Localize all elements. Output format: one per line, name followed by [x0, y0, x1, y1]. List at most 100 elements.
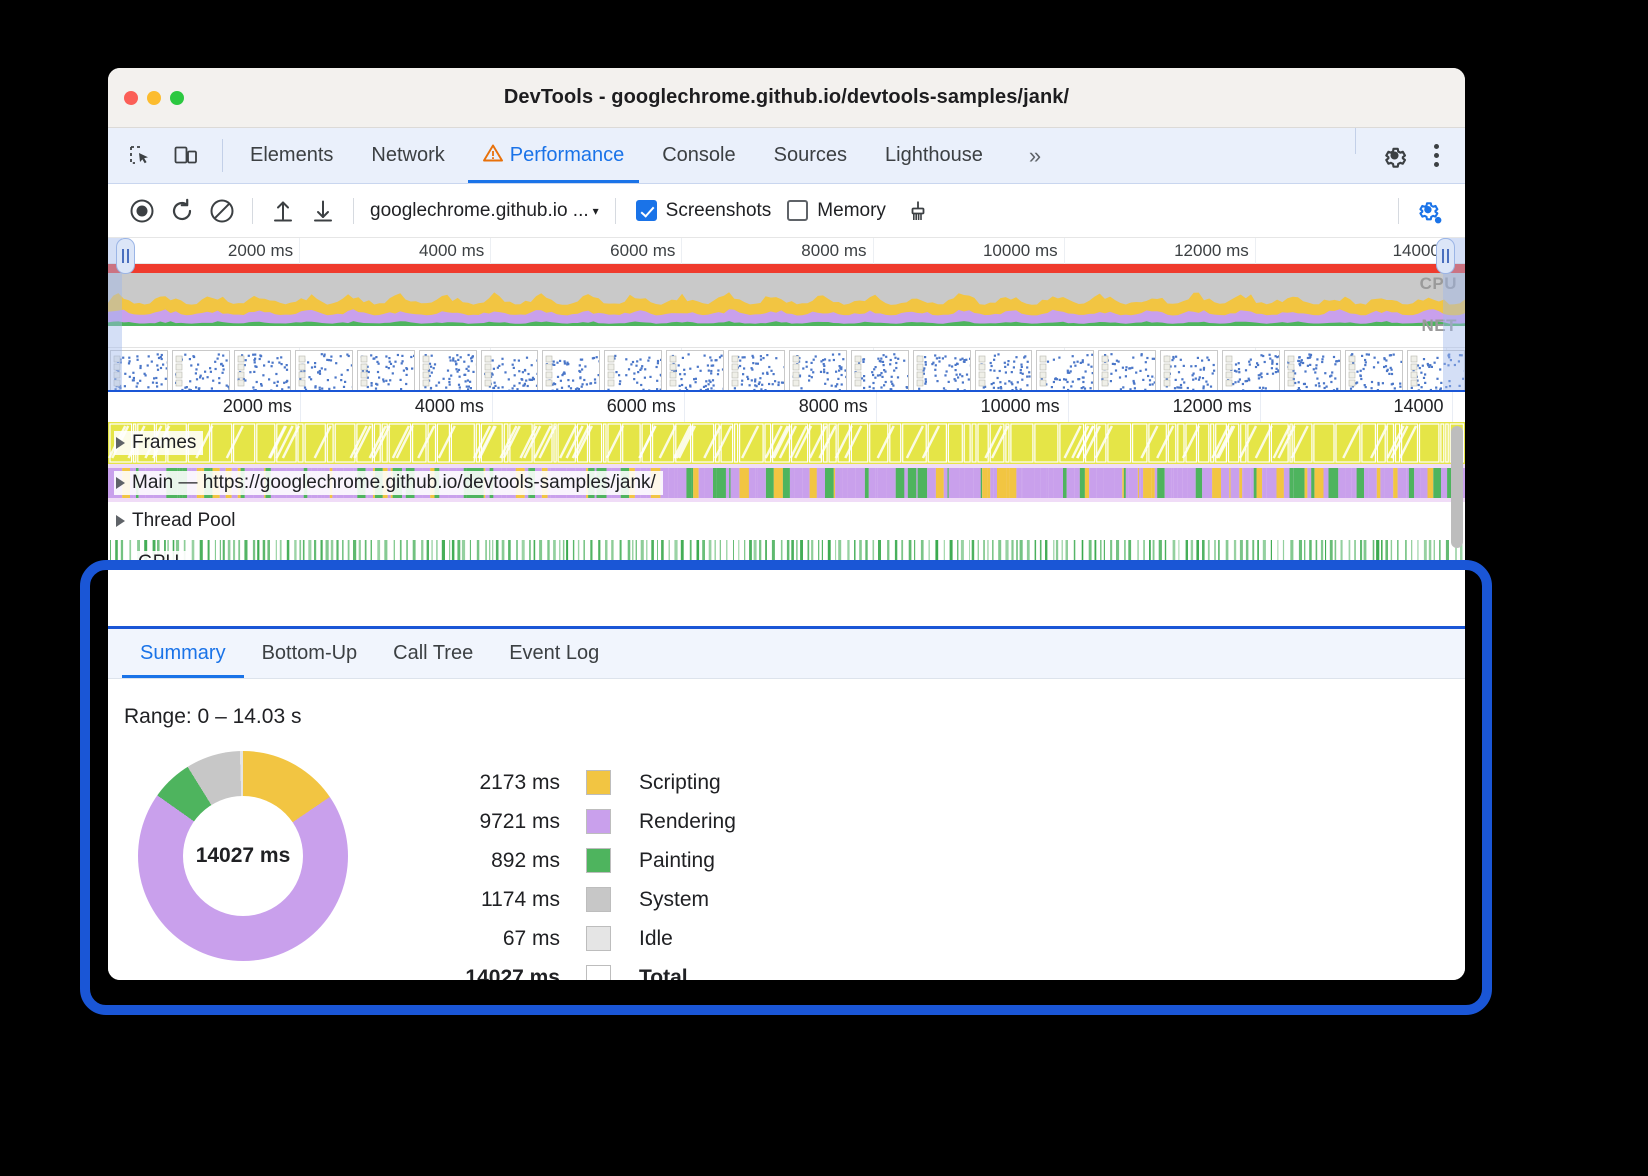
zoom-button[interactable] [170, 91, 184, 105]
tab-bottom-up[interactable]: Bottom-Up [244, 629, 376, 678]
track-frames[interactable]: Frames [108, 422, 1465, 464]
overview-handle-right[interactable] [1436, 238, 1455, 274]
filmstrip-thumbnail[interactable] [789, 350, 847, 390]
gpu-bar [238, 540, 240, 560]
gpu-bar [421, 540, 423, 560]
main-thread-bar [1305, 468, 1308, 498]
memory-checkbox[interactable]: Memory [781, 200, 892, 222]
upload-icon[interactable] [263, 192, 303, 230]
timeline-tracks[interactable]: 2000 ms4000 ms6000 ms8000 ms10000 ms1200… [108, 390, 1465, 560]
main-thread-bar [1433, 468, 1441, 498]
legend-row[interactable]: 2173 msScripting [440, 763, 736, 802]
main-thread-bar [987, 468, 990, 498]
main-thread-bar [1221, 468, 1229, 498]
gpu-bar [1116, 540, 1119, 560]
reload-record-icon[interactable] [162, 192, 202, 230]
collect-garbage-icon[interactable] [898, 192, 938, 230]
legend-row[interactable]: 67 msIdle [440, 919, 736, 958]
gpu-bar [413, 540, 416, 560]
timeline-tick-label: 4000 ms [415, 396, 492, 417]
gpu-bar [1330, 540, 1333, 560]
overview-red-bar [108, 264, 1465, 273]
tab-event-log[interactable]: Event Log [491, 629, 617, 678]
filmstrip-thumbnail[interactable] [1098, 350, 1156, 390]
filmstrip-thumbnail[interactable] [1345, 350, 1403, 390]
filmstrip-thumbnail[interactable] [666, 350, 724, 390]
gpu-bar [294, 540, 296, 560]
tab-network[interactable]: Network [352, 128, 463, 183]
tab-performance[interactable]: Performance [464, 128, 644, 183]
filmstrip-thumbnail[interactable] [1036, 350, 1094, 390]
main-thread-bar [774, 468, 783, 498]
gear-icon[interactable] [1376, 139, 1412, 173]
tab-summary[interactable]: Summary [122, 629, 244, 678]
filmstrip-thumbnail[interactable] [419, 350, 477, 390]
legend-swatch [586, 848, 611, 873]
track-frames-label: Frames [132, 432, 196, 454]
gpu-bar [818, 540, 819, 560]
filmstrip-thumbnail[interactable] [1160, 350, 1218, 390]
filmstrip[interactable] [108, 350, 1465, 390]
drawer-tabs: Summary Bottom-Up Call Tree Event Log [108, 629, 1465, 679]
filmstrip-thumbnail[interactable] [1222, 350, 1280, 390]
filmstrip-thumbnail[interactable] [728, 350, 786, 390]
tab-summary-label: Summary [140, 642, 226, 665]
download-icon[interactable] [303, 192, 343, 230]
filmstrip-thumbnail[interactable] [1284, 350, 1342, 390]
capture-settings-gear-icon[interactable] [1409, 192, 1449, 230]
main-thread-bar [758, 468, 766, 498]
kebab-menu-icon[interactable] [1426, 144, 1447, 167]
filmstrip-thumbnail[interactable] [481, 350, 539, 390]
legend-row[interactable]: 9721 msRendering [440, 802, 736, 841]
gpu-bar [365, 540, 367, 560]
gpu-bar [1074, 540, 1076, 560]
screenshots-checkbox[interactable]: Screenshots [630, 200, 778, 222]
tab-elements[interactable]: Elements [231, 128, 352, 183]
gpu-bar [950, 540, 953, 560]
clear-icon[interactable] [202, 192, 242, 230]
tab-sources[interactable]: Sources [755, 128, 866, 183]
timeline-overview[interactable]: 2000 ms4000 ms6000 ms8000 ms10000 ms1200… [108, 238, 1465, 390]
filmstrip-thumbnail[interactable] [913, 350, 971, 390]
filmstrip-thumbnail[interactable] [357, 350, 415, 390]
tab-console[interactable]: Console [643, 128, 754, 183]
gpu-bar [492, 540, 493, 560]
track-thread-pool[interactable]: Thread Pool [108, 502, 1465, 540]
main-thread-bar [1267, 468, 1277, 498]
filmstrip-thumbnail[interactable] [295, 350, 353, 390]
tab-lighthouse[interactable]: Lighthouse [866, 128, 1002, 183]
frame-bar [1441, 424, 1444, 462]
device-toolbar-icon[interactable] [168, 139, 204, 173]
filmstrip-thumbnail[interactable] [172, 350, 230, 390]
track-gpu[interactable]: GPU [108, 540, 1465, 560]
legend-row[interactable]: 892 msPainting [440, 841, 736, 880]
filmstrip-thumbnail[interactable] [542, 350, 600, 390]
main-thread-bar [835, 468, 842, 498]
filmstrip-thumbnail[interactable] [975, 350, 1033, 390]
minimize-button[interactable] [147, 91, 161, 105]
main-thread-bar [1324, 468, 1329, 498]
overview-handle-left[interactable] [116, 238, 135, 274]
filmstrip-thumbnail[interactable] [851, 350, 909, 390]
devtools-window: DevTools - googlechrome.github.io/devtoo… [108, 68, 1465, 980]
close-button[interactable] [124, 91, 138, 105]
inspect-element-icon[interactable] [122, 139, 158, 173]
target-select[interactable]: googlechrome.github.io ... ▾ [364, 200, 605, 222]
tab-call-tree[interactable]: Call Tree [375, 629, 491, 678]
track-thread-pool-label-group[interactable]: Thread Pool [114, 509, 243, 533]
track-main-label-group[interactable]: Main — https://googlechrome.github.io/de… [114, 471, 663, 495]
filmstrip-thumbnail[interactable] [234, 350, 292, 390]
filmstrip-thumbnail[interactable] [604, 350, 662, 390]
main-thread-bar [749, 468, 756, 498]
timeline-scrollbar[interactable] [1451, 426, 1463, 548]
track-frames-label-group[interactable]: Frames [114, 431, 203, 455]
activity-donut-chart[interactable]: 14027 ms [138, 751, 348, 961]
more-tabs-button[interactable]: » [1002, 128, 1066, 183]
record-icon[interactable] [122, 192, 162, 230]
legend-row[interactable]: 1174 msSystem [440, 880, 736, 919]
gpu-bar [822, 540, 823, 560]
timeline-ruler: 2000 ms4000 ms6000 ms8000 ms10000 ms1200… [108, 392, 1465, 422]
gpu-bar [921, 540, 924, 560]
legend-row-total[interactable]: 14027 msTotal [440, 958, 736, 980]
track-main[interactable]: Main — https://googlechrome.github.io/de… [108, 464, 1465, 502]
